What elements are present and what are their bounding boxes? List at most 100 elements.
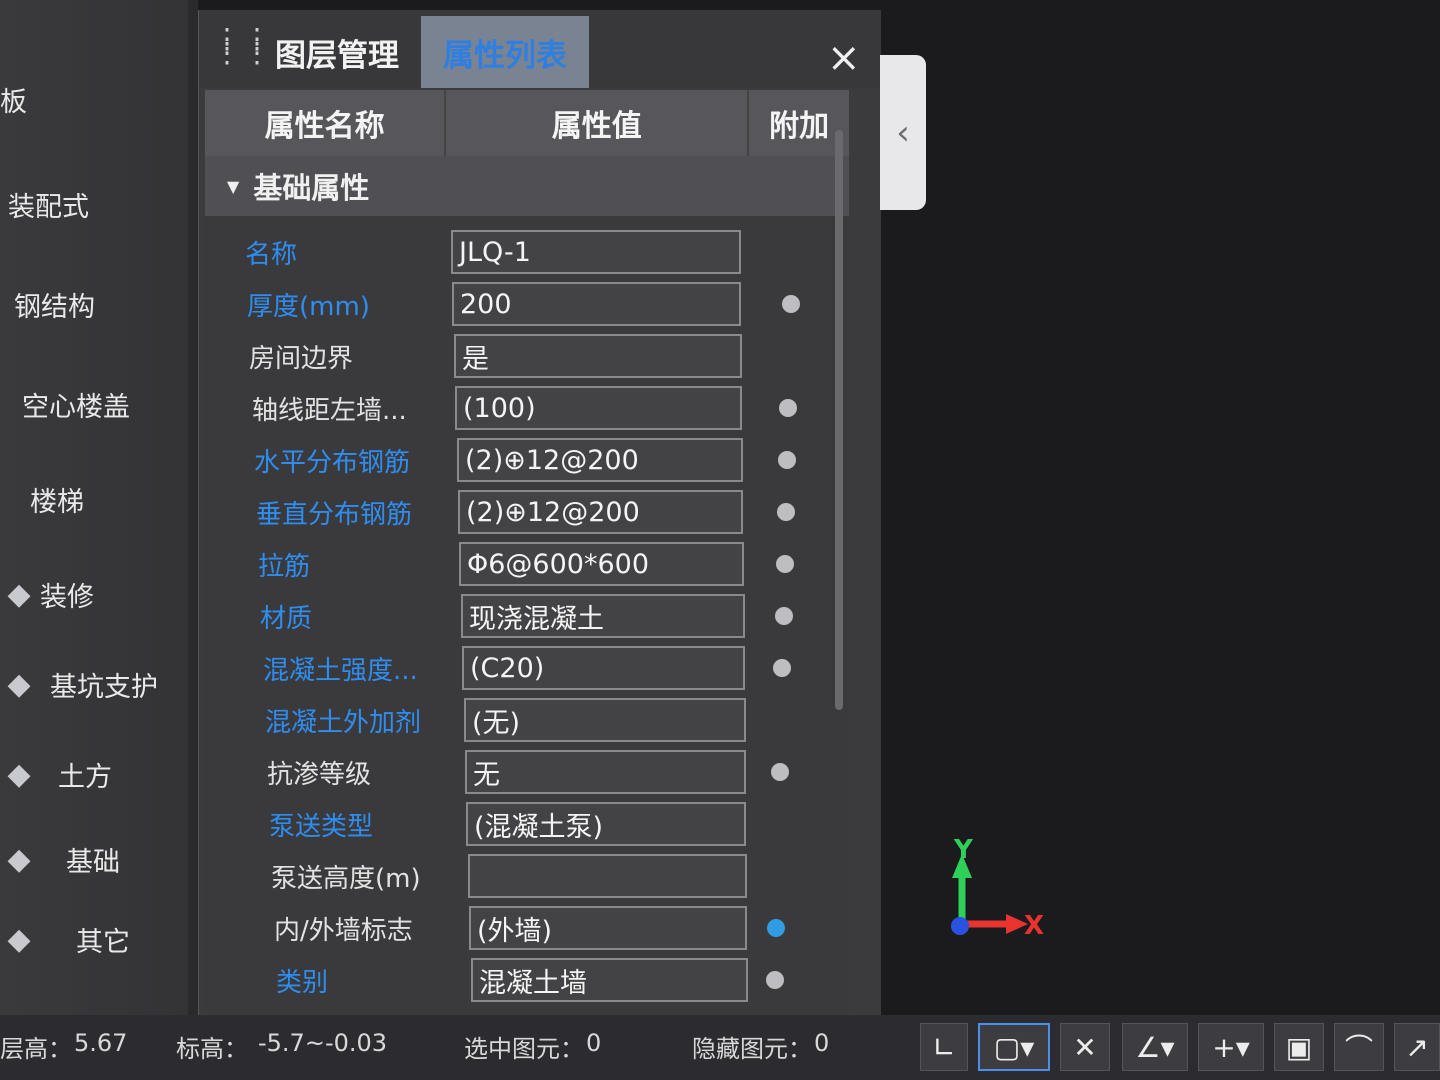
property-value-field[interactable]: Φ6@600*600 (459, 542, 744, 586)
extra-indicator-dot[interactable] (778, 451, 796, 469)
display-settings-button[interactable]: ▣ (1274, 1023, 1324, 1071)
property-name: 混凝土强度... (263, 655, 418, 686)
property-value-field[interactable]: (2)⊕12@200 (458, 490, 743, 534)
curve-icon: ⌒ (1344, 1032, 1373, 1065)
extra-indicator-dot[interactable] (775, 607, 793, 625)
property-row[interactable]: 垂直分布钢筋 (2)⊕12@200 (205, 484, 849, 540)
property-row[interactable]: 名称 JLQ-1 (205, 224, 849, 280)
foundation-icon: ◆ (7, 842, 31, 877)
sidebar-item-label: 基础 (66, 847, 120, 878)
sidebar-item[interactable]: 楼梯 (30, 480, 84, 519)
y-axis-label: Y (953, 835, 974, 865)
extra-indicator-dot[interactable] (776, 555, 794, 573)
property-value-field[interactable]: (混凝土泵) (466, 802, 746, 846)
property-value-field[interactable]: (100) (455, 386, 742, 430)
sidebar-item[interactable]: ◆ 装修 (0, 575, 94, 614)
z-axis-dot (951, 917, 969, 935)
add-point-button[interactable]: +▾ (1198, 1023, 1264, 1071)
property-value-field[interactable]: (外墙) (469, 906, 747, 950)
orthogonal-mode-button[interactable]: ∟ (920, 1023, 968, 1071)
property-row[interactable]: 泵送类型 (混凝土泵) (205, 796, 849, 852)
sidebar-item-label: 钢结构 (14, 292, 95, 323)
drag-handle-icon[interactable]: ⋮⋮ ⋮⋮ (213, 25, 271, 72)
property-value-field[interactable]: 现浇混凝土 (461, 594, 745, 638)
property-value-field[interactable]: 200 (452, 282, 741, 326)
property-panel: ⋮⋮ ⋮⋮ 图层管理 属性列表 × 属性名称 属性值 附加 ▼ 基础属性 名称 JL… (198, 10, 881, 1015)
tab-property-list[interactable]: 属性列表 (421, 16, 589, 88)
expand-triangle-icon[interactable]: ▼ (227, 177, 239, 196)
extra-indicator-dot[interactable] (771, 763, 789, 781)
add-point-icon: +▾ (1212, 1030, 1250, 1064)
sidebar-item[interactable]: ◆ 基础 (0, 840, 120, 879)
column-property-value[interactable]: 属性值 (446, 90, 750, 156)
expand-icon: ↗ (1405, 1030, 1429, 1064)
status-bar: 层高： 5.67 标高： -5.7~-0.03 选中图元： 0 隐藏图元： 0 … (0, 1015, 1440, 1080)
sidebar-item[interactable]: ◆ 土方 (0, 755, 112, 794)
extra-indicator-dot[interactable] (773, 659, 791, 677)
sidebar-item[interactable]: 钢结构 (14, 285, 95, 324)
angle-icon: ∠▾ (1135, 1030, 1175, 1064)
panel-header: ⋮⋮ ⋮⋮ 图层管理 属性列表 × (199, 10, 881, 88)
curve-tool-button[interactable]: ⌒ (1334, 1023, 1384, 1071)
cross-select-button[interactable]: ✕ (1060, 1023, 1110, 1071)
sidebar-item-label: 板 (0, 87, 27, 118)
property-row[interactable]: 房间边界 是 (205, 328, 849, 384)
property-value-field[interactable]: JLQ-1 (451, 230, 741, 274)
floor-height-value: 5.67 (74, 1029, 128, 1057)
panel-scrollbar[interactable] (835, 130, 843, 710)
floor-height-label: 层高： (0, 1035, 72, 1063)
sidebar-item[interactable]: 板 (0, 80, 27, 119)
axis-gizmo: Y X (951, 835, 1044, 941)
extra-indicator-dot[interactable] (779, 399, 797, 417)
property-row[interactable]: 抗渗等级 无 (205, 744, 849, 800)
property-name: 名称 (245, 239, 298, 270)
property-rows: 名称 JLQ-1 厚度(mm) 200 房间边界是轴线距左墙... (100) 水平分布钢筋… (205, 216, 849, 1015)
column-property-name[interactable]: 属性名称 (205, 90, 447, 156)
property-value-field[interactable]: (无) (464, 698, 746, 742)
close-icon[interactable]: × (827, 38, 861, 78)
property-row[interactable]: 拉筋 Φ6@600*600 (205, 536, 849, 592)
extra-indicator-dot[interactable] (782, 295, 800, 313)
cross-icon: ✕ (1073, 1030, 1097, 1064)
property-row[interactable]: 类别 混凝土墙 (205, 952, 849, 1008)
other-icon: ◆ (7, 922, 31, 957)
earthwork-icon: ◆ (7, 757, 31, 792)
property-name: 水平分布钢筋 (254, 447, 411, 478)
sidebar-item[interactable]: 空心楼盖 (22, 385, 130, 424)
extra-indicator-dot[interactable] (766, 971, 784, 989)
property-row[interactable]: 泵送高度(m) (205, 848, 849, 904)
property-name: 抗渗等级 (267, 759, 372, 790)
property-value-field[interactable]: (C20) (462, 646, 745, 690)
sidebar-item-label: 土方 (58, 762, 112, 793)
property-value-field[interactable]: 混凝土墙 (471, 958, 748, 1002)
property-row[interactable]: 材质 现浇混凝土 (205, 588, 849, 644)
x-axis-label: X (1024, 911, 1044, 941)
selected-elements-label: 选中图元： (464, 1035, 584, 1063)
column-header: 属性名称 属性值 附加 (205, 90, 849, 156)
sidebar-item-label: 装修 (40, 582, 94, 613)
extra-indicator-dot[interactable] (777, 503, 795, 521)
box-select-icon: ▢▾ (993, 1030, 1035, 1064)
property-row[interactable]: 轴线距左墙... (100) (205, 380, 849, 436)
tab-layer-management[interactable]: 图层管理 (257, 16, 417, 88)
sidebar-item[interactable]: ◆ 其它 (0, 920, 130, 959)
property-row[interactable]: 混凝土强度... (C20) (205, 640, 849, 696)
angle-snap-button[interactable]: ∠▾ (1122, 1023, 1188, 1071)
sidebar-item[interactable]: ◆ 基坑支护 (0, 665, 158, 704)
property-row[interactable]: 内/外墙标志 (外墙) (205, 900, 849, 956)
property-row[interactable]: 混凝土外加剂 (无) (205, 692, 849, 748)
property-value-field[interactable] (468, 854, 747, 898)
sidebar-gutter (188, 0, 198, 1015)
sidebar-item[interactable]: 装配式 (8, 185, 89, 224)
collapse-panel-button[interactable]: ‹ (880, 55, 926, 210)
extra-indicator-dot[interactable] (767, 919, 785, 937)
property-value-field[interactable]: 无 (465, 750, 746, 794)
sidebar-item-label: 空心楼盖 (22, 392, 130, 423)
group-basic-properties[interactable]: ▼ 基础属性 (205, 156, 849, 216)
property-row[interactable]: 厚度(mm) 200 (205, 276, 849, 332)
selection-box-button[interactable]: ▢▾ (978, 1023, 1050, 1071)
property-row[interactable]: 水平分布钢筋 (2)⊕12@200 (205, 432, 849, 488)
property-value-field[interactable]: 是 (454, 334, 742, 378)
fullscreen-button[interactable]: ↗ (1394, 1023, 1440, 1071)
property-value-field[interactable]: (2)⊕12@200 (457, 438, 743, 482)
